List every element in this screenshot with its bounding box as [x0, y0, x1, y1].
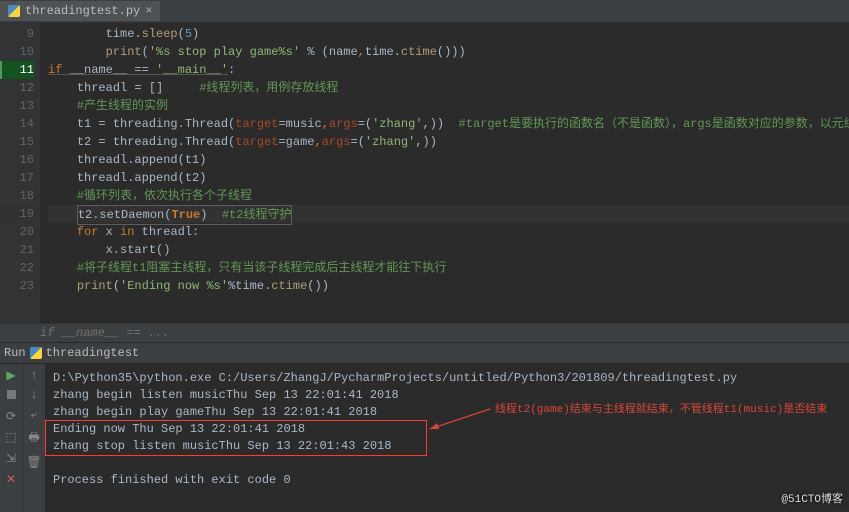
code-line: #循环列表，依次执行各个子线程	[48, 187, 849, 205]
console[interactable]: D:\Python35\python.exe C:/Users/ZhangJ/P…	[45, 364, 849, 512]
pin-icon[interactable]: ⇲	[6, 451, 16, 466]
breadcrumb-text: if __name__ == ...	[40, 326, 170, 340]
run-toolbar-left: ▶ ⟳ ⬚ ⇲ ✕	[0, 364, 22, 512]
code-line: print('Ending now %s'%time.ctime())	[48, 277, 849, 295]
line-number[interactable]: 14	[0, 115, 34, 133]
line-number[interactable]: 23	[0, 277, 34, 295]
code-line: x.start()	[48, 241, 849, 259]
line-number[interactable]: 12	[0, 79, 34, 97]
line-number[interactable]: 9	[0, 25, 34, 43]
code-line: threadl.append(t1)	[48, 151, 849, 169]
code-line: #产生线程的实例	[48, 97, 849, 115]
breadcrumb[interactable]: if __name__ == ...	[0, 323, 849, 342]
line-number[interactable]: 18	[0, 187, 34, 205]
run-label: Run	[4, 343, 26, 363]
stop-icon[interactable]	[7, 389, 16, 403]
tab-threadingtest[interactable]: threadingtest.py ×	[0, 1, 160, 21]
line-number[interactable]: 15	[0, 133, 34, 151]
wrap-icon[interactable]: ⤶	[31, 408, 38, 422]
line-number[interactable]: 20	[0, 223, 34, 241]
rerun-icon[interactable]: ▶	[6, 368, 15, 383]
console-blank	[53, 455, 841, 472]
annotation-box	[45, 420, 427, 456]
close-run-icon[interactable]: ✕	[6, 472, 16, 487]
code-line: if __name__ == '__main__':	[48, 61, 849, 79]
editor-tabs: threadingtest.py ×	[0, 0, 849, 23]
code-area[interactable]: time.sleep(5) print('%s stop play game%s…	[40, 23, 849, 323]
line-number[interactable]: 19	[0, 205, 34, 223]
up-icon[interactable]: ↑	[30, 368, 37, 382]
run-toolbar-inner: ↑ ↓ ⤶ 🖶 🗑	[22, 364, 45, 512]
close-icon[interactable]: ×	[145, 4, 152, 18]
line-number[interactable]: 21	[0, 241, 34, 259]
code-line: threadl = [] #线程列表，用例存放线程	[48, 79, 849, 97]
python-icon	[30, 347, 42, 359]
console-command: D:\Python35\python.exe C:/Users/ZhangJ/P…	[53, 370, 841, 387]
line-number[interactable]: 11	[0, 61, 34, 79]
arrow-icon	[425, 404, 495, 434]
tab-filename: threadingtest.py	[25, 4, 140, 18]
code-line-current: t2.setDaemon(True) #t2线程守护	[48, 205, 849, 223]
line-number[interactable]: 10	[0, 43, 34, 61]
gutter: 9 10 11 12 13 14 15 16 17 18 19 20 21 22…	[0, 23, 40, 323]
down-icon[interactable]: ↓	[30, 388, 37, 402]
annotation-text: 线程t2(game)结束与主线程就结束，不管线程t1(music)是否结束	[495, 402, 827, 419]
code-line: for x in threadl:	[48, 223, 849, 241]
python-icon	[8, 5, 20, 17]
print-icon[interactable]: 🖶	[28, 428, 39, 449]
dump-icon[interactable]: ⬚	[5, 430, 16, 445]
editor: 9 10 11 12 13 14 15 16 17 18 19 20 21 22…	[0, 23, 849, 323]
restart-icon[interactable]: ⟳	[6, 409, 16, 424]
code-line: #将子线程t1阻塞主线程，只有当该子线程完成后主线程才能往下执行	[48, 259, 849, 277]
line-number[interactable]: 17	[0, 169, 34, 187]
code-line: print('%s stop play game%s' % (name,time…	[48, 43, 849, 61]
code-line: time.sleep(5)	[48, 25, 849, 43]
line-number[interactable]: 13	[0, 97, 34, 115]
console-exit: Process finished with exit code 0	[53, 472, 841, 489]
code-line: t1 = threading.Thread(target=music,args=…	[48, 115, 849, 133]
line-number[interactable]: 22	[0, 259, 34, 277]
run-panel: ▶ ⟳ ⬚ ⇲ ✕ ↑ ↓ ⤶ 🖶 🗑 D:\Python35\python.e…	[0, 364, 849, 512]
code-line: t2 = threading.Thread(target=game,args=(…	[48, 133, 849, 151]
trash-icon[interactable]: 🗑	[26, 455, 41, 470]
run-config-name[interactable]: threadingtest	[46, 343, 140, 363]
code-line: threadl.append(t2)	[48, 169, 849, 187]
run-tool-header: Run threadingtest	[0, 342, 849, 364]
watermark: @51CTO博客	[781, 490, 843, 506]
line-number[interactable]: 16	[0, 151, 34, 169]
